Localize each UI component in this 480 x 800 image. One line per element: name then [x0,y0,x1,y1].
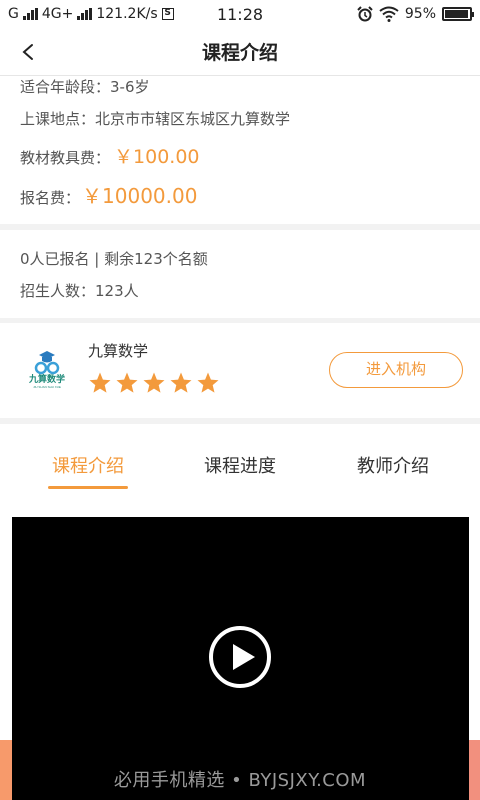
star-icon [197,372,219,393]
logo-text: 九算数学 [28,373,65,384]
star-icon [116,372,138,393]
course-info-card: 适合年龄段：3-6岁 上课地点：北京市市辖区东城区九算数学 教材教具费： ￥100… [0,76,480,224]
registration-fee-label: 报名费： [20,189,81,207]
tab-teacher-intro[interactable]: 教师介绍 [333,452,453,478]
status-bar: G 4G+ 121.2K/s S 11:28 95% [0,0,480,30]
material-fee: 教材教具费： ￥100.00 [20,142,200,169]
alarm-icon [357,6,373,22]
star-icon [89,372,111,393]
organization-logo: 九算数学 JIU SUAN SHU XUE [22,347,72,389]
tab-course-intro[interactable]: 课程介绍 [28,452,148,478]
wifi-icon [379,6,399,22]
page-title: 课程介绍 [201,42,278,64]
material-fee-price: ￥100.00 [114,146,200,168]
enrollment-card: 0人已报名 | 剩余123个名额 招生人数：123人 [0,230,480,318]
enrollment-quota: 招生人数：123人 [20,282,139,300]
nav-bar: 课程介绍 [0,30,480,76]
star-icon [170,372,192,393]
enrollment-status: 0人已报名 | 剩余123个名额 [20,250,208,268]
tab-course-progress[interactable]: 课程进度 [180,452,300,478]
status-right: 95% [357,6,474,22]
battery-fill [445,10,468,18]
registration-fee: 报名费： ￥10000.00 [20,180,197,209]
play-button[interactable] [208,625,272,689]
active-tab-indicator [48,486,128,489]
logo-graphic: 九算数学 JIU SUAN SHU XUE [28,351,65,389]
rating-stars [88,371,220,395]
star-icon [143,372,165,393]
watermark: 必用手机精选 • BYJSJXY.COM [113,770,367,791]
material-fee-label: 教材教具费： [20,149,111,167]
battery-percent: 95% [404,6,436,22]
enter-organization-button[interactable]: 进入机构 [329,352,463,388]
battery-icon [442,7,474,21]
class-location: 上课地点：北京市市辖区东城区九算数学 [20,110,291,128]
back-button[interactable] [14,36,48,70]
logo-subtext: JIU SUAN SHU XUE [33,385,61,389]
play-icon [209,626,271,688]
age-range: 适合年龄段：3-6岁 [20,78,150,96]
video-player[interactable] [12,517,469,800]
registration-fee-price: ￥10000.00 [82,184,198,208]
organization-card: 九算数学 JIU SUAN SHU XUE 九算数学 进入机构 [0,323,480,418]
chevron-left-icon [22,44,33,60]
organization-name: 九算数学 [88,342,149,360]
